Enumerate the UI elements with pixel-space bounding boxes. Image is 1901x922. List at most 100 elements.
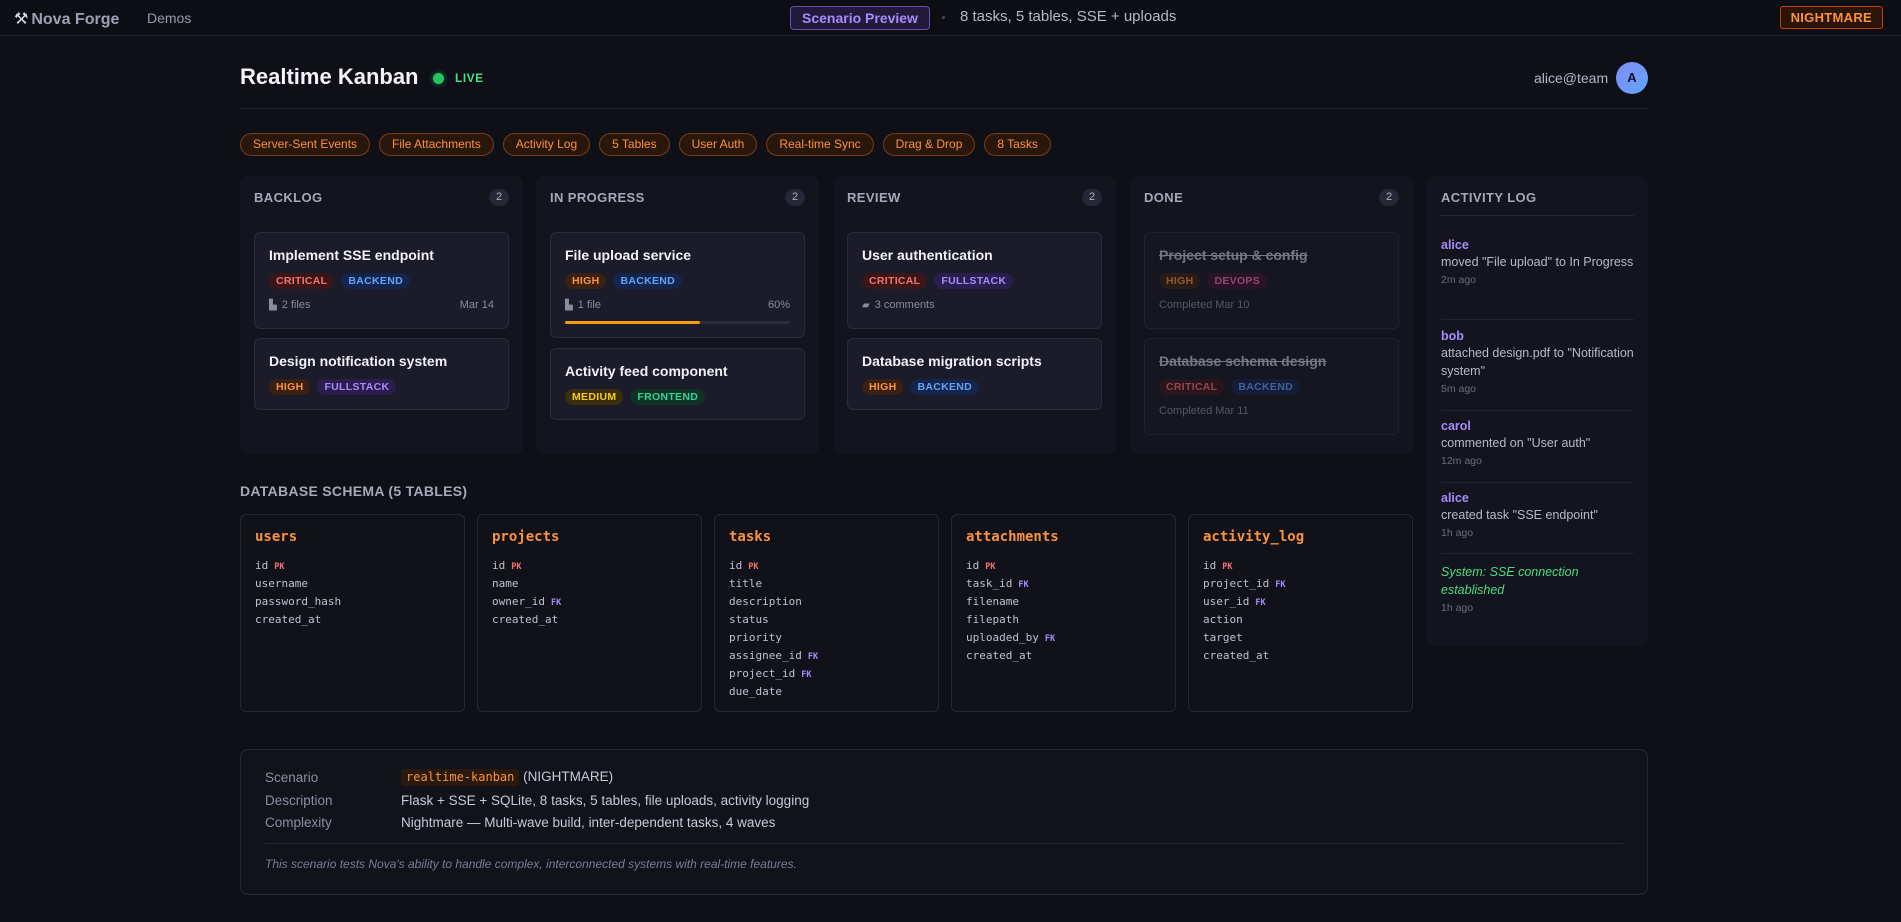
task-title: Database migration scripts — [862, 353, 1042, 369]
table-field: owner_id FK — [492, 595, 562, 608]
table-field: id PK — [1203, 559, 1233, 572]
priority-badge: HIGH — [1159, 273, 1201, 289]
fk-badge: FK — [1044, 634, 1056, 644]
task-card[interactable]: Project setup & config HIGH DEVOPS Compl… — [1144, 232, 1399, 329]
table-field: password_hash — [255, 595, 342, 608]
category-badge: BACKEND — [910, 379, 980, 395]
scenario-info-panel: Scenario realtime-kanban (NIGHTMARE) Des… — [240, 749, 1648, 895]
table-name: activity_log — [1203, 529, 1305, 545]
pk-badge: PK — [511, 562, 522, 572]
task-card[interactable]: Activity feed component MEDIUM FRONTEND — [550, 348, 805, 420]
table-field: filepath — [966, 613, 1019, 626]
attachment-meta: ▙ 1 file — [565, 299, 601, 311]
priority-badge: HIGH — [862, 379, 904, 395]
task-card[interactable]: User authentication CRITICAL FULLSTACK ▰… — [847, 232, 1102, 329]
task-title: File upload service — [565, 247, 692, 263]
brand-name: Nova Forge — [31, 11, 120, 28]
divider — [1441, 482, 1634, 483]
fk-badge: FK — [1255, 598, 1266, 608]
task-card[interactable]: Design notification system HIGH FULLSTAC… — [254, 338, 509, 410]
category-badge: FRONTEND — [630, 389, 706, 405]
activity-time: 5m ago — [1441, 383, 1477, 395]
task-title: Activity feed component — [565, 363, 728, 379]
table-field: user_id FK — [1203, 595, 1266, 608]
nav-link-demos[interactable]: Demos — [147, 10, 191, 26]
task-title: Database schema design — [1159, 353, 1327, 369]
task-card[interactable]: File upload service HIGH BACKEND ▙ 1 file… — [550, 232, 805, 338]
schema-title: DATABASE SCHEMA (5 TABLES) — [240, 483, 468, 499]
activity-text: commented on "User auth" — [1441, 436, 1591, 450]
table-field: name — [492, 577, 519, 590]
fk-badge: FK — [550, 598, 562, 608]
column-count: 2 — [1082, 189, 1102, 206]
column-title: REVIEW — [847, 190, 901, 205]
table-field: status — [729, 613, 769, 626]
complexity-value: Nightmare — Multi-wave build, inter-depe… — [401, 815, 776, 830]
feature-tag: 8 Tasks — [984, 133, 1051, 156]
activity-item: bob attached design.pdf to "Notification… — [1441, 329, 1634, 395]
column-title: BACKLOG — [254, 190, 323, 205]
table-field: due_date — [729, 685, 782, 698]
feature-tag: File Attachments — [379, 133, 494, 156]
fk-badge: FK — [1018, 580, 1029, 590]
schema-table-attachments: attachments id PK task_id FK filename file… — [951, 514, 1176, 712]
table-field: created_at — [255, 613, 322, 626]
activity-user: carol — [1441, 419, 1471, 433]
fk-badge: FK — [801, 670, 812, 680]
category-badge: FULLSTACK — [317, 379, 397, 395]
activity-text: created task "SSE endpoint" — [1441, 508, 1598, 522]
pk-badge: PK — [748, 562, 759, 572]
description-value: Flask + SSE + SQLite, 8 tasks, 5 tables,… — [401, 793, 810, 808]
table-name: projects — [492, 529, 560, 545]
pk-badge: PK — [1222, 562, 1233, 572]
user-email: alice@team — [1534, 70, 1609, 86]
table-field: action — [1203, 613, 1243, 626]
feature-tag: Activity Log — [502, 133, 591, 156]
attachment-meta: ▙ 2 files — [269, 299, 311, 311]
priority-badge: MEDIUM — [565, 389, 624, 405]
progress-bar-fill — [565, 321, 700, 324]
schema-table-projects: projects id PK name owner_id FK created_at — [477, 514, 702, 712]
separator-dot — [942, 16, 945, 19]
divider — [1441, 410, 1634, 411]
feature-tag: User Auth — [678, 133, 758, 156]
info-label: Complexity — [265, 815, 332, 830]
activity-user: bob — [1441, 329, 1464, 343]
completed-date: Completed Mar 11 — [1159, 405, 1249, 417]
brand-logo[interactable]: ⚒ Nova Forge — [14, 9, 119, 29]
task-card[interactable]: Database migration scripts HIGH BACKEND — [847, 338, 1102, 410]
activity-item: alice created task "SSE endpoint" 1h ago — [1441, 491, 1634, 539]
activity-system-item: System: SSE connection established 1h ag… — [1441, 563, 1634, 614]
category-badge: DEVOPS — [1207, 273, 1268, 289]
task-card[interactable]: Implement SSE endpoint CRITICAL BACKEND … — [254, 232, 509, 329]
task-title: Design notification system — [269, 353, 448, 369]
live-indicator-dot — [433, 73, 444, 84]
divider — [1441, 553, 1634, 554]
user-avatar[interactable]: A — [1616, 62, 1648, 94]
priority-badge: CRITICAL — [1159, 379, 1225, 395]
table-field: id PK — [255, 559, 285, 572]
feature-tag: Drag & Drop — [882, 133, 976, 156]
priority-badge: CRITICAL — [862, 273, 928, 289]
task-card[interactable]: Database schema design CRITICAL BACKEND … — [1144, 338, 1399, 435]
comment-icon: ▰ — [862, 300, 870, 311]
pk-badge: PK — [985, 562, 996, 572]
scenario-note: This scenario tests Nova's ability to ha… — [265, 857, 797, 871]
table-name: tasks — [729, 529, 772, 545]
category-badge: BACKEND — [613, 273, 683, 289]
table-field: created_at — [966, 649, 1033, 662]
category-badge: BACKEND — [1231, 379, 1301, 395]
fk-badge: FK — [1275, 580, 1286, 590]
table-field: id PK — [492, 559, 522, 572]
progress-bar — [565, 321, 790, 324]
table-field: created_at — [1203, 649, 1270, 662]
folder-icon: ▙ — [269, 300, 277, 311]
fk-badge: FK — [807, 652, 819, 662]
comment-meta: ▰ 3 comments — [862, 299, 935, 311]
activity-text: attached design.pdf to "Notification sys… — [1441, 346, 1634, 378]
table-field: filename — [966, 595, 1019, 608]
info-label: Scenario — [265, 770, 319, 785]
column-title: IN PROGRESS — [550, 190, 645, 205]
column-backlog: BACKLOG 2 Implement SSE endpoint CRITICA… — [240, 176, 523, 454]
header-divider — [240, 108, 1648, 109]
